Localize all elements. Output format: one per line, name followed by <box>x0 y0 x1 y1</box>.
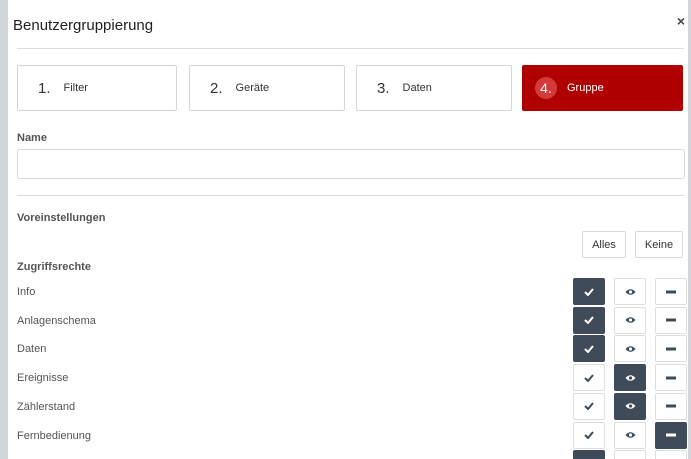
permission-read-button[interactable] <box>614 306 646 334</box>
step-number: 3. <box>377 79 390 97</box>
permission-read-button[interactable] <box>614 335 646 363</box>
permission-label: Fernbedienung <box>17 429 92 442</box>
permission-read-button[interactable] <box>614 278 646 305</box>
check-icon <box>584 431 594 439</box>
step-devices[interactable]: 2. Geräte <box>189 65 345 111</box>
close-icon[interactable]: × <box>674 14 688 28</box>
name-input[interactable] <box>17 149 685 179</box>
permission-none-button[interactable] <box>655 450 687 459</box>
permission-none-button[interactable] <box>655 278 687 305</box>
dialog-title: Benutzergruppierung <box>13 17 154 34</box>
step-number: 4. <box>535 77 557 99</box>
permission-label: Zählerstand <box>17 400 76 413</box>
permission-read-button[interactable] <box>614 364 646 392</box>
section-divider <box>17 195 684 196</box>
permission-label: Ereignisse <box>17 372 69 385</box>
eye-icon <box>625 402 636 410</box>
permission-write-button[interactable] <box>573 335 605 363</box>
permission-none-button[interactable] <box>655 421 687 449</box>
permission-write-button[interactable] <box>573 392 605 420</box>
step-label: Filter <box>63 82 88 94</box>
permission-read-button[interactable] <box>614 392 646 420</box>
step-label: Gruppe <box>567 82 604 94</box>
check-icon <box>584 402 594 411</box>
eye-icon <box>625 345 636 353</box>
step-label: Geräte <box>235 82 270 94</box>
check-icon <box>584 373 594 382</box>
permission-none-button[interactable] <box>655 335 687 363</box>
step-data[interactable]: 3. Daten <box>356 65 512 111</box>
permission-none-button[interactable] <box>655 364 687 392</box>
check-icon <box>584 345 594 353</box>
eye-icon <box>625 431 636 439</box>
check-icon <box>584 287 594 296</box>
step-group[interactable]: 4. Gruppe <box>522 65 683 111</box>
user-grouping-dialog: Benutzergruppierung × 1. Filter 2. Gerät… <box>8 0 688 459</box>
permission-write-button[interactable] <box>573 421 605 449</box>
step-filter[interactable]: 1. Filter <box>17 65 177 111</box>
permission-write-button[interactable] <box>573 450 605 459</box>
permission-write-button[interactable] <box>573 278 605 305</box>
select-none-button[interactable]: Keine <box>635 231 683 258</box>
select-all-button[interactable]: Alles <box>582 231 626 258</box>
presets-label: Voreinstellungen <box>17 212 106 224</box>
permission-write-button[interactable] <box>573 306 605 334</box>
eye-icon <box>625 288 636 296</box>
minus-icon <box>666 376 676 380</box>
name-label: Name <box>17 132 47 144</box>
access-rights-label: Zugriffsrechte <box>17 261 91 273</box>
check-icon <box>584 316 594 325</box>
permission-none-button[interactable] <box>655 392 687 420</box>
permission-write-button[interactable] <box>573 364 605 392</box>
permission-label: Info <box>17 286 36 298</box>
step-number: 2. <box>210 79 223 97</box>
eye-icon <box>625 316 636 324</box>
header-divider <box>17 48 684 49</box>
background-left-edge <box>0 0 8 459</box>
step-label: Daten <box>402 82 432 94</box>
minus-icon <box>666 318 676 322</box>
permission-none-button[interactable] <box>655 306 687 334</box>
permission-label: Anlagenschema <box>17 314 96 327</box>
permission-read-button[interactable] <box>614 450 646 459</box>
minus-icon <box>666 347 676 351</box>
minus-icon <box>666 433 676 437</box>
dialog-header: Benutzergruppierung × <box>8 0 688 48</box>
step-number: 1. <box>38 79 51 97</box>
permission-read-button[interactable] <box>614 421 646 449</box>
minus-icon <box>666 290 676 294</box>
eye-icon <box>625 374 636 382</box>
permission-label: Daten <box>17 343 47 356</box>
minus-icon <box>666 404 676 408</box>
